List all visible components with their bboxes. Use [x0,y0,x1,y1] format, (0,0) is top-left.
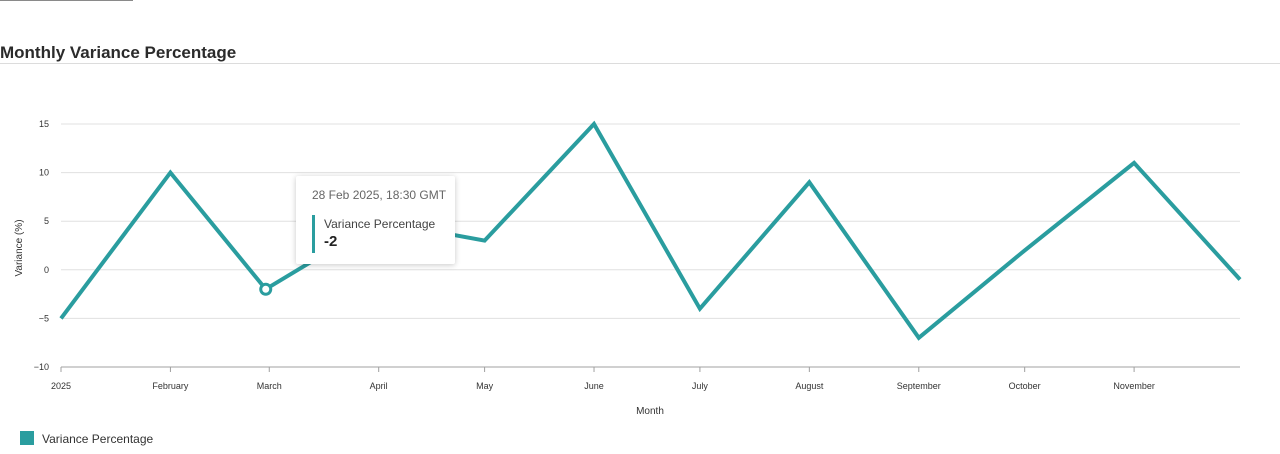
y-tick-label: 0 [44,265,49,275]
y-tick-label: −10 [34,362,49,372]
tooltip-series-name: Variance Percentage [324,217,436,231]
hovered-data-point [259,282,273,296]
hover-tooltip: 28 Feb 2025, 18:30 GMT Variance Percenta… [296,176,455,264]
y-tick-label: 5 [44,216,49,226]
x-tick-label: July [692,381,709,391]
y-tick-label: −5 [39,313,49,323]
x-tick-label: September [897,381,941,391]
y-tick-label: 10 [39,168,49,178]
x-tick-label: November [1113,381,1155,391]
x-tick-label: March [257,381,282,391]
series-lines [59,120,1242,341]
series-line-variance-percentage [59,120,1242,341]
y-tick-label: 15 [39,119,49,129]
line-chart[interactable]: 15 10 5 0 −5 −102025 February March April May June… [0,0,1280,454]
y-axis-label: Variance (%) [14,219,25,276]
x-tick-label: April [370,381,388,391]
legend-swatch [20,431,34,445]
x-tick-label: August [795,381,824,391]
tooltip-value: -2 [324,233,338,250]
x-tick-label: June [584,381,604,391]
x-tick-label: October [1009,381,1041,391]
tooltip-date: 28 Feb 2025, 18:30 GMT [312,188,447,202]
tooltip-series-marker [312,215,315,253]
x-tick-label: February [152,381,189,391]
grid-lines [61,123,1240,368]
legend-label: Variance Percentage [42,432,154,446]
axes: 15 10 5 0 −5 −102025 February March April May June… [34,119,1240,391]
x-tick-label: 2025 [51,381,71,391]
x-tick-label: May [476,381,494,391]
x-axis-label: Month [636,406,664,417]
